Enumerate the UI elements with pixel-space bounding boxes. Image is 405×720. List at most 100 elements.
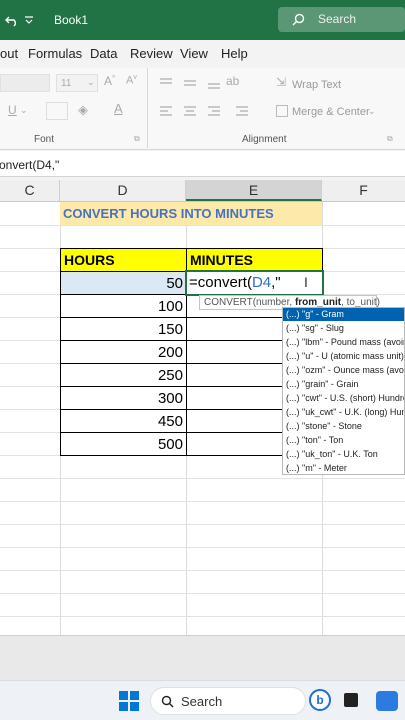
autocomplete-item[interactable]: (...) "uk_cwt" - U.K. (long) Hundr xyxy=(283,406,404,419)
search-placeholder: Search xyxy=(318,12,357,26)
menu-item-layout[interactable]: out xyxy=(0,46,18,61)
undo-icon[interactable] xyxy=(4,12,20,28)
dialog-launcher-icon[interactable]: ⧉ xyxy=(134,134,140,144)
sheet-title: CONVERT HOURS INTO MINUTES xyxy=(63,206,274,221)
font-name-box[interactable] xyxy=(0,74,50,92)
menu-item-data[interactable]: Data xyxy=(90,46,117,61)
column-header-c[interactable]: C xyxy=(0,180,60,201)
autocomplete-item[interactable]: (...) "lbm" - Pound mass (avoird xyxy=(283,336,404,349)
menu-item-formulas[interactable]: Formulas xyxy=(28,46,82,61)
header-hours: HOURS xyxy=(64,252,115,268)
column-header-d[interactable]: D xyxy=(60,180,186,201)
formula-suffix-text: ," xyxy=(271,274,281,291)
chevron-down-icon[interactable]: ⌄ xyxy=(368,106,376,117)
autocomplete-item[interactable]: (...) "ton" - Ton xyxy=(283,434,404,447)
title-bar: Book1 Search xyxy=(0,0,405,40)
increase-font-icon[interactable]: A^ xyxy=(104,74,115,88)
autocomplete-item[interactable]: (...) "cwt" - U.S. (short) Hundred xyxy=(283,392,405,405)
taskbar-search[interactable]: Search xyxy=(150,687,306,715)
quick-access-dropdown-icon[interactable] xyxy=(24,15,34,25)
fill-color-icon[interactable]: ◈ xyxy=(78,102,88,118)
table-row[interactable]: 500 xyxy=(60,432,187,456)
wrap-text-icon: ⇲ xyxy=(276,75,287,89)
font-color-icon[interactable]: A xyxy=(114,101,123,116)
autocomplete-item-label: "grain" - Grain xyxy=(302,379,359,389)
unit-icon: (...) xyxy=(286,365,300,375)
hours-value: 200 xyxy=(157,344,183,361)
sheet-tab-bar xyxy=(0,635,405,680)
autocomplete-item-label: "uk_ton" - U.K. Ton xyxy=(302,449,378,459)
column-header-f[interactable]: F xyxy=(322,180,405,201)
autocomplete-item-label: "ozm" - Ounce mass (avoird xyxy=(302,365,405,375)
autocomplete-list[interactable]: (...) "g" - Gram (...) "sg" - Slug (...)… xyxy=(282,307,405,475)
search-box[interactable]: Search xyxy=(278,7,405,32)
worksheet-grid[interactable]: CONVERT HOURS INTO MINUTES HOURS MINUTES… xyxy=(0,202,405,635)
autocomplete-item[interactable]: (...) "grain" - Grain xyxy=(283,378,404,391)
unit-icon: (...) xyxy=(286,379,300,389)
grid-line xyxy=(0,524,405,525)
autocomplete-item-label: "cwt" - U.S. (short) Hundred xyxy=(302,393,405,403)
autocomplete-item[interactable]: (...) "g" - Gram xyxy=(283,308,404,322)
formula-bar[interactable]: onvert(D4," xyxy=(0,151,405,177)
table-row[interactable]: 50 xyxy=(60,271,187,295)
table-row[interactable]: 100 xyxy=(60,294,187,318)
ribbon: 11 ⌄ A^ Av U ⌄ ◈ A Font ⧉ ab ⇲ Wrap Text… xyxy=(0,68,405,150)
merge-center-button[interactable]: Merge & Center xyxy=(292,106,370,118)
bing-icon[interactable]: b xyxy=(309,689,331,711)
table-row[interactable]: 250 xyxy=(60,363,187,387)
autocomplete-item[interactable]: (...) "m" - Meter xyxy=(283,462,404,474)
header-minutes: MINUTES xyxy=(190,252,253,268)
decrease-font-icon[interactable]: Av xyxy=(126,74,137,87)
unit-icon: (...) xyxy=(286,421,300,431)
menu-item-view[interactable]: View xyxy=(180,46,208,61)
hours-value: 250 xyxy=(157,367,183,384)
autocomplete-item-label: "m" - Meter xyxy=(302,463,347,473)
grid-line xyxy=(0,501,405,502)
table-row[interactable]: 450 xyxy=(60,409,187,433)
table-row[interactable]: 200 xyxy=(60,340,187,364)
autocomplete-item[interactable]: (...) "u" - U (atomic mass unit) xyxy=(283,350,404,363)
menu-item-review[interactable]: Review xyxy=(130,46,173,61)
hours-value: 300 xyxy=(157,390,183,407)
autocomplete-item[interactable]: (...) "stone" - Stone xyxy=(283,420,404,433)
autocomplete-item[interactable]: (...) "sg" - Slug xyxy=(283,322,404,335)
merge-center-icon xyxy=(276,105,288,117)
column-headers: C D E F xyxy=(0,180,405,202)
title-cell[interactable]: CONVERT HOURS INTO MINUTES xyxy=(60,202,322,225)
task-view-icon[interactable] xyxy=(344,693,358,707)
header-hours-cell[interactable]: HOURS xyxy=(60,248,187,272)
orientation-icon[interactable]: ab xyxy=(226,74,239,88)
column-header-e[interactable]: E xyxy=(186,180,322,201)
cell-edit-text[interactable]: =convert(D4," xyxy=(189,274,281,291)
autocomplete-item-label: "g" - Gram xyxy=(302,309,344,319)
formula-bar-content: onvert(D4," xyxy=(0,158,60,172)
grid-line xyxy=(0,593,405,594)
menu-item-help[interactable]: Help xyxy=(221,46,248,61)
header-minutes-cell[interactable]: MINUTES xyxy=(186,248,323,272)
active-cell-e4[interactable]: =convert(D4," I xyxy=(185,270,324,296)
borders-icon[interactable] xyxy=(46,102,68,120)
autocomplete-item-label: "stone" - Stone xyxy=(302,421,362,431)
wrap-text-button[interactable]: Wrap Text xyxy=(292,79,341,91)
group-divider xyxy=(147,68,148,148)
table-row[interactable]: 300 xyxy=(60,386,187,410)
windows-start-icon[interactable] xyxy=(119,691,139,711)
unit-icon: (...) xyxy=(286,449,300,459)
table-row[interactable]: 150 xyxy=(60,317,187,341)
text-cursor-icon: I xyxy=(304,274,308,290)
grid-line xyxy=(0,478,405,479)
column-header-label: E xyxy=(248,182,259,198)
autocomplete-item[interactable]: (...) "ozm" - Ounce mass (avoird xyxy=(283,364,405,377)
autocomplete-item-label: "u" - U (atomic mass unit) xyxy=(302,351,404,361)
unit-icon: (...) xyxy=(286,463,300,473)
dialog-launcher-icon[interactable]: ⧉ xyxy=(387,134,393,144)
unit-icon: (...) xyxy=(286,323,300,333)
app-icon[interactable] xyxy=(376,691,398,711)
autocomplete-item[interactable]: (...) "uk_ton" - U.K. Ton xyxy=(283,448,404,461)
vertical-align-icons[interactable] xyxy=(158,76,228,90)
horizontal-align-icons[interactable] xyxy=(158,105,268,119)
hours-value: 450 xyxy=(157,413,183,430)
underline-icon[interactable]: U xyxy=(8,103,17,117)
autocomplete-item-label: "ton" - Ton xyxy=(302,435,344,445)
font-size-box[interactable]: 11 ⌄ xyxy=(56,74,98,92)
